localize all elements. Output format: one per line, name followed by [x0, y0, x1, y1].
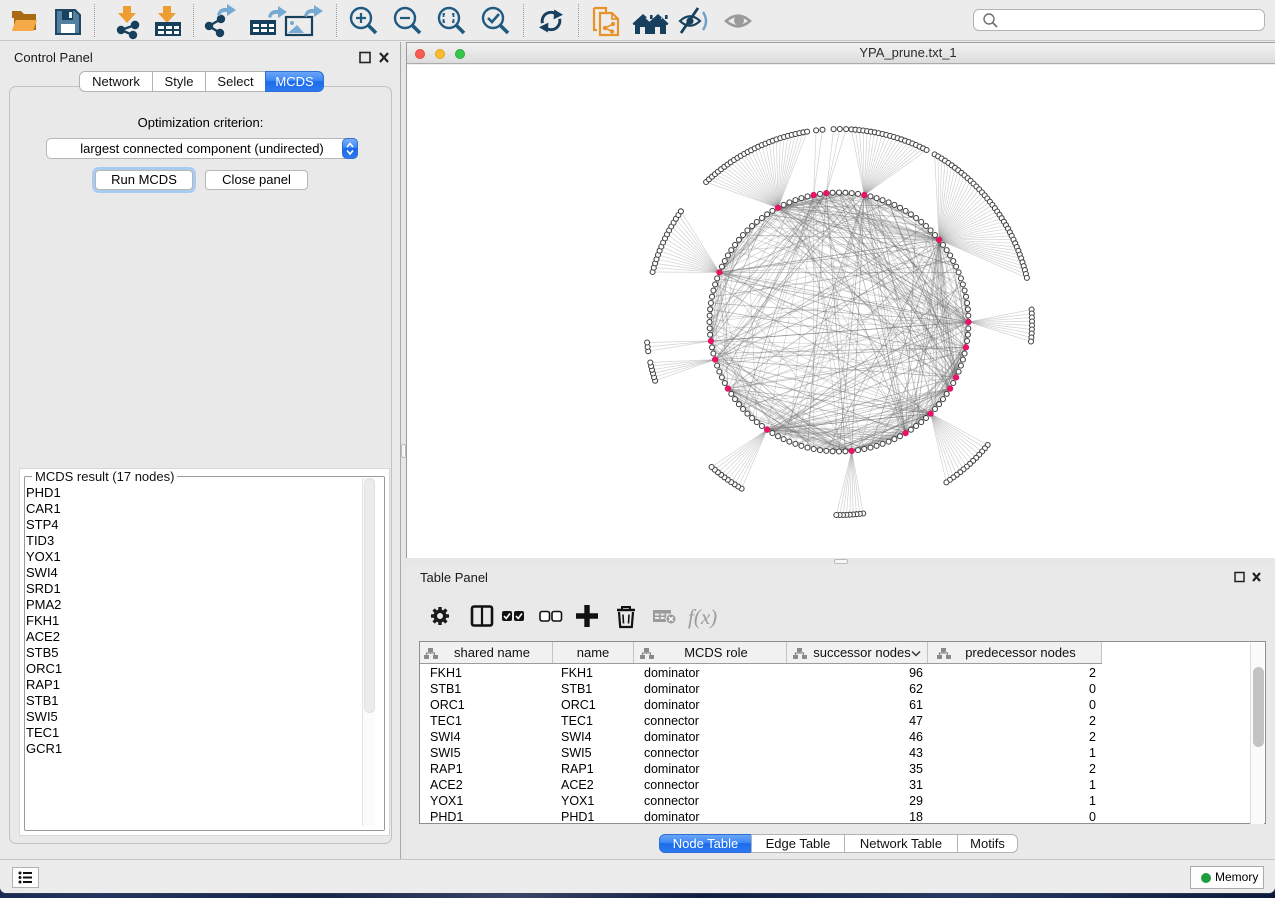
svg-text:f(x): f(x) [688, 605, 717, 629]
